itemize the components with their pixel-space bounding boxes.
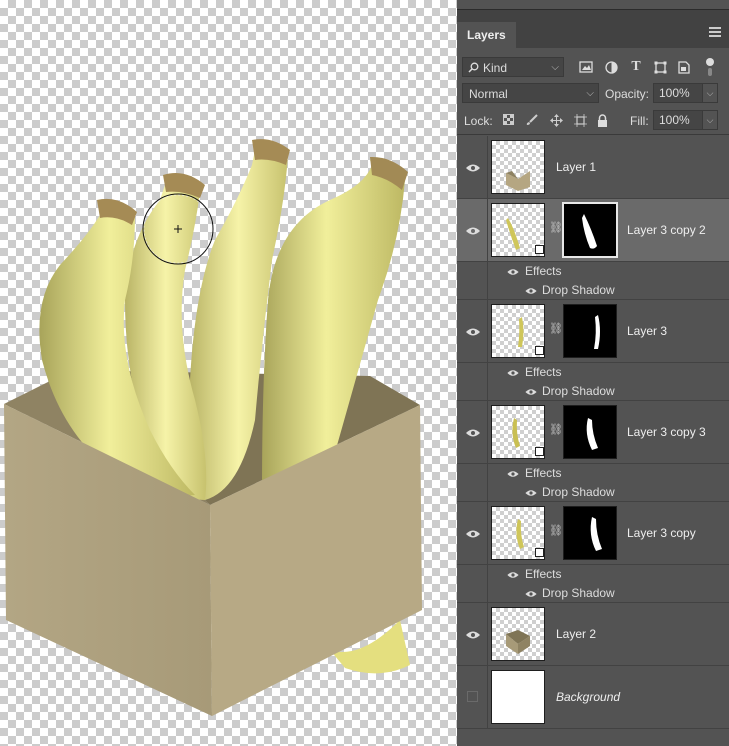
- filter-row: Kind ⌵ T: [457, 55, 729, 79]
- link-chain-icon[interactable]: ⛓: [549, 322, 563, 336]
- layers-panel: Layers Kind ⌵ T Normal ⌵ Opacity: 100% ⌵…: [457, 0, 729, 746]
- smart-object-badge-icon: [535, 548, 544, 557]
- lock-all-icon[interactable]: [595, 114, 609, 128]
- layer-thumbnail: [491, 140, 545, 194]
- layer-mask-thumbnail[interactable]: [563, 506, 617, 560]
- drop-shadow-eye-icon[interactable]: [525, 388, 537, 396]
- layer-mask-thumbnail[interactable]: [562, 202, 618, 258]
- tab-layers[interactable]: Layers: [457, 22, 516, 48]
- effects-label[interactable]: Effects: [525, 264, 561, 278]
- blend-mode-select[interactable]: Normal ⌵: [462, 83, 599, 103]
- fill-label: Fill:: [630, 114, 649, 128]
- chevron-down-icon: ⌵: [551, 62, 559, 73]
- blend-row: Normal ⌵ Opacity: 100% ⌵: [457, 82, 729, 106]
- panel-menu-icon[interactable]: [707, 25, 723, 39]
- lock-image-pixels-icon[interactable]: [525, 114, 539, 128]
- link-chain-icon[interactable]: ⛓: [549, 524, 563, 538]
- smart-object-badge-icon: [535, 245, 544, 254]
- layer-row-layer-2[interactable]: Layer 2: [457, 603, 729, 666]
- type-filter-icon[interactable]: T: [629, 60, 643, 74]
- drop-shadow-label[interactable]: Drop Shadow: [542, 586, 615, 600]
- visibility-toggle-empty[interactable]: [467, 691, 478, 702]
- adjustment-filter-icon[interactable]: [604, 61, 618, 75]
- effects-eye-icon[interactable]: [507, 571, 519, 579]
- layer-row-background[interactable]: Background: [457, 666, 729, 729]
- fill-input[interactable]: 100%: [653, 110, 703, 130]
- layer-thumbnail: [491, 607, 545, 661]
- drop-shadow-label[interactable]: Drop Shadow: [542, 384, 615, 398]
- search-icon: [468, 62, 479, 73]
- lock-transparent-pixels-icon[interactable]: [501, 114, 515, 128]
- layer-row-layer-3-copy-3[interactable]: ⛓ Layer 3 copy 3: [457, 401, 729, 464]
- effects-eye-icon[interactable]: [507, 268, 519, 276]
- drop-shadow-label[interactable]: Drop Shadow: [542, 485, 615, 499]
- layer-row-layer-3-copy-2[interactable]: ⛓ Layer 3 copy 2: [457, 199, 729, 262]
- kind-filter-label: Kind: [483, 61, 508, 75]
- eye-icon[interactable]: [466, 327, 480, 337]
- drop-shadow-label[interactable]: Drop Shadow: [542, 283, 615, 297]
- filter-toggle-switch[interactable]: [706, 58, 714, 76]
- layer-row-layer-1[interactable]: Layer 1: [457, 136, 729, 199]
- layer-name[interactable]: Layer 3 copy: [627, 526, 696, 540]
- document-canvas[interactable]: [0, 0, 457, 746]
- kind-filter-select[interactable]: Kind ⌵: [462, 57, 564, 77]
- effects-label[interactable]: Effects: [525, 466, 561, 480]
- eye-icon[interactable]: [466, 226, 480, 236]
- layer-mask-thumbnail[interactable]: [563, 405, 617, 459]
- drop-shadow-eye-icon[interactable]: [525, 287, 537, 295]
- opacity-input[interactable]: 100%: [653, 83, 703, 103]
- effects-group-layer-3-copy: Effects Drop Shadow: [457, 565, 729, 603]
- layer-name[interactable]: Layer 3: [627, 324, 667, 338]
- lock-position-icon[interactable]: [549, 114, 563, 128]
- lock-label: Lock:: [464, 114, 493, 128]
- link-chain-icon[interactable]: ⛓: [549, 423, 563, 437]
- layer-row-layer-3-copy[interactable]: ⛓ Layer 3 copy: [457, 502, 729, 565]
- chevron-down-icon: ⌵: [586, 88, 594, 99]
- effects-group-layer-3-copy-2: Effects Drop Shadow: [457, 262, 729, 300]
- drop-shadow-eye-icon[interactable]: [525, 590, 537, 598]
- layer-mask-thumbnail[interactable]: [563, 304, 617, 358]
- effects-group-layer-3-copy-3: Effects Drop Shadow: [457, 464, 729, 502]
- pixel-filter-icon[interactable]: [579, 61, 593, 75]
- eye-icon[interactable]: [466, 163, 480, 173]
- smart-object-badge-icon: [535, 346, 544, 355]
- opacity-label: Opacity:: [605, 87, 650, 101]
- eye-icon[interactable]: [466, 630, 480, 640]
- layer-thumbnail: [491, 670, 545, 724]
- lock-artboard-icon[interactable]: [573, 114, 587, 128]
- effects-eye-icon[interactable]: [507, 470, 519, 478]
- link-chain-icon[interactable]: ⛓: [549, 221, 563, 235]
- effects-label[interactable]: Effects: [525, 365, 561, 379]
- eye-icon[interactable]: [466, 428, 480, 438]
- banana-box-artwork: [4, 139, 422, 716]
- blend-mode-value: Normal: [469, 87, 508, 101]
- effects-group-layer-3: Effects Drop Shadow: [457, 363, 729, 401]
- shape-filter-icon[interactable]: [653, 61, 667, 75]
- layer-name[interactable]: Background: [556, 690, 620, 704]
- layer-row-layer-3[interactable]: ⛓ Layer 3: [457, 300, 729, 363]
- effects-label[interactable]: Effects: [525, 567, 561, 581]
- layer-name[interactable]: Layer 2: [556, 627, 596, 641]
- layer-name[interactable]: Layer 3 copy 3: [627, 425, 706, 439]
- eye-icon[interactable]: [466, 529, 480, 539]
- smart-object-badge-icon: [535, 447, 544, 456]
- layer-name[interactable]: Layer 3 copy 2: [627, 223, 706, 237]
- panel-tab-bar: Layers: [457, 9, 729, 48]
- drop-shadow-eye-icon[interactable]: [525, 489, 537, 497]
- opacity-dropdown[interactable]: ⌵: [702, 83, 718, 103]
- lock-row: Lock: Fill: 100% ⌵: [457, 109, 729, 133]
- fill-dropdown[interactable]: ⌵: [702, 110, 718, 130]
- layer-name[interactable]: Layer 1: [556, 160, 596, 174]
- smart-object-filter-icon[interactable]: [677, 61, 691, 75]
- effects-eye-icon[interactable]: [507, 369, 519, 377]
